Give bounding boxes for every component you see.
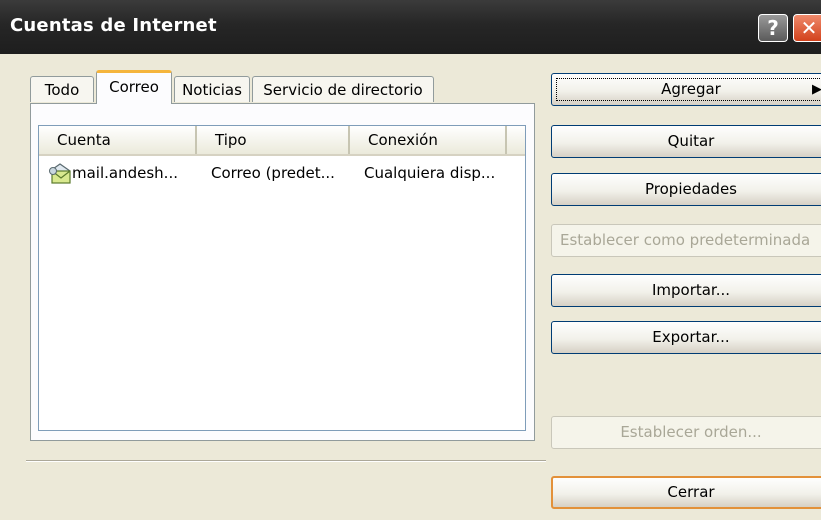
separator — [26, 460, 546, 462]
table-row[interactable]: mail.andesh... Correo (predet... Cualqui… — [39, 159, 525, 187]
window-title: Cuentas de Internet — [10, 15, 217, 36]
column-header-conexion[interactable]: Conexión — [350, 126, 507, 154]
set-order-button[interactable]: Establecer orden... — [551, 416, 821, 449]
tab-panel: Cuenta Tipo Conexión mail.andesh... Corr… — [30, 103, 535, 441]
close-button[interactable]: Cerrar — [551, 476, 821, 509]
remove-button[interactable]: Quitar — [551, 125, 821, 158]
column-header-cuenta[interactable]: Cuenta — [39, 126, 197, 154]
tab-noticias[interactable]: Noticias — [174, 76, 250, 102]
import-button[interactable]: Importar... — [551, 274, 821, 307]
column-header-tipo[interactable]: Tipo — [197, 126, 350, 154]
tab-todo[interactable]: Todo — [30, 76, 94, 102]
list-header: Cuenta Tipo Conexión — [39, 126, 525, 156]
set-default-button[interactable]: Establecer como predeterminada — [551, 224, 821, 257]
help-icon: ? — [767, 16, 779, 40]
account-connection: Cualquiera disp... — [364, 164, 496, 182]
tab-correo[interactable]: Correo — [96, 70, 172, 104]
export-button[interactable]: Exportar... — [551, 321, 821, 354]
account-name: mail.andesh... — [72, 164, 178, 182]
account-type: Correo (predet... — [211, 164, 335, 182]
focus-rect — [556, 78, 821, 101]
add-button[interactable]: Agregar ▶ — [551, 73, 821, 106]
accounts-list[interactable]: Cuenta Tipo Conexión mail.andesh... Corr… — [38, 125, 526, 431]
help-button[interactable]: ? — [758, 14, 788, 42]
mail-account-icon — [49, 163, 71, 184]
close-icon: ✕ — [800, 16, 818, 40]
tab-servicio-directorio[interactable]: Servicio de directorio — [252, 76, 434, 102]
close-window-button[interactable]: ✕ — [793, 14, 821, 42]
submenu-arrow-icon: ▶ — [812, 82, 821, 97]
properties-button[interactable]: Propiedades — [551, 173, 821, 206]
title-bar: Cuentas de Internet ? ✕ — [0, 0, 821, 54]
